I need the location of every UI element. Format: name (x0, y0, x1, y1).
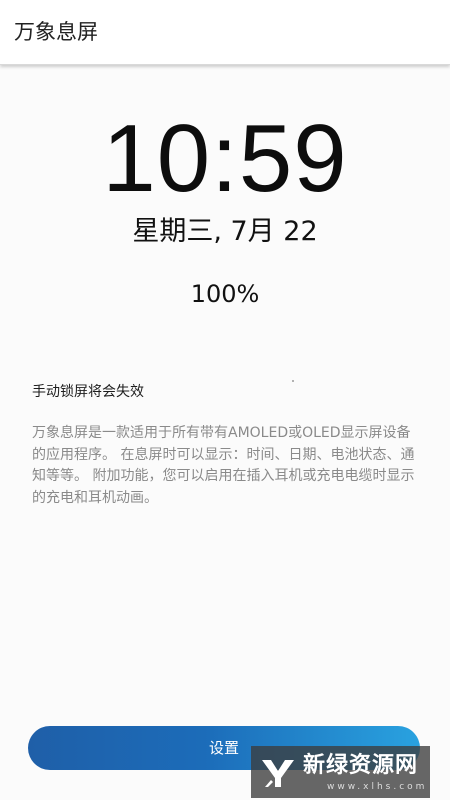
watermark: 新绿资源网 www.xlhs.com (251, 746, 430, 798)
decorative-dot (292, 380, 294, 382)
watermark-url: www.xlhs.com (327, 782, 428, 792)
clock-date: 星期三, 7月 22 (132, 216, 318, 247)
app-title: 万象息屏 (14, 20, 98, 44)
watermark-logo-icon (262, 760, 294, 787)
app-description: 万象息屏是一款适用于所有带有AMOLED或OLED显示屏设备的应用程序。 在息屏… (32, 425, 415, 506)
watermark-name: 新绿资源网 (303, 753, 419, 778)
battery-level: 100% (190, 280, 260, 308)
app-screen: 万象息屏 10:59 星期三, 7月 22 100% 手动锁屏将会失效 万象息屏… (0, 0, 450, 800)
app-bar: 万象息屏 (0, 0, 450, 65)
notice-title: 手动锁屏将会失效 (32, 384, 144, 400)
clock-time: 10:59 (102, 105, 348, 212)
